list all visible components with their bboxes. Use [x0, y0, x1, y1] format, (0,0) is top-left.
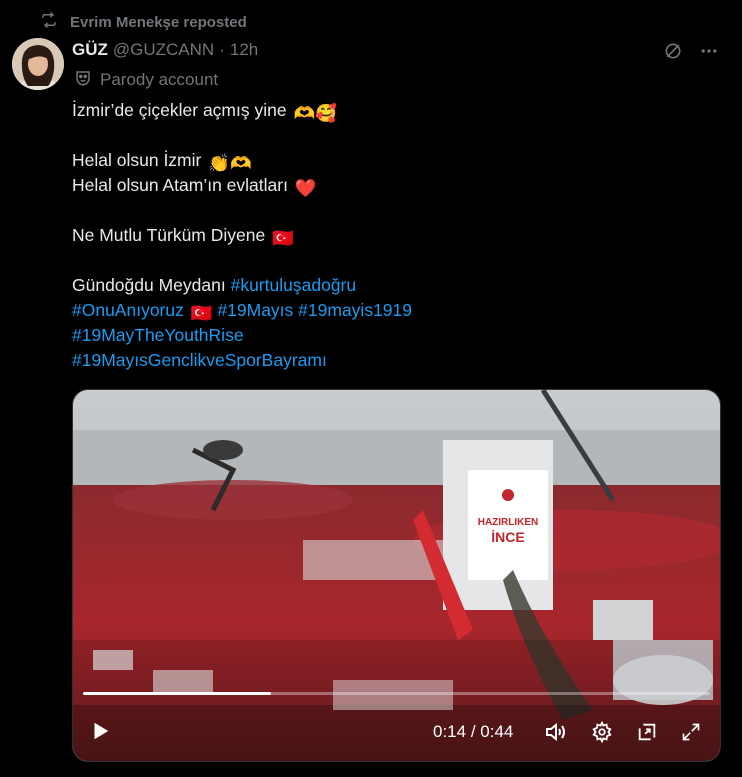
more-icon[interactable] — [698, 40, 720, 62]
author-handle[interactable]: @GUZCANN — [113, 40, 214, 60]
red-heart-emoji: ❤️ — [294, 178, 317, 198]
author-row: GÜZ @GUZCANN · 12h — [72, 38, 258, 62]
text-line-1: İzmir’de çiçekler açmış yine — [72, 100, 287, 120]
repost-icon — [40, 11, 58, 33]
hashtag-kurtulusadogru[interactable]: #kurtuluşadoğru — [231, 275, 357, 295]
video-progress-fill — [83, 692, 272, 695]
fullscreen-icon[interactable] — [677, 718, 705, 746]
video-time-separator: / — [470, 722, 476, 741]
video-time: 0:14 / 0:44 — [433, 722, 513, 742]
repost-header[interactable]: Evrim Menekşe reposted — [40, 11, 247, 33]
author-name[interactable]: GÜZ — [72, 40, 108, 60]
separator-dot: · — [219, 40, 225, 59]
repost-label[interactable]: Evrim Menekşe reposted — [70, 14, 247, 31]
sign-text-1: HAZIRLIKEN — [478, 517, 539, 528]
parody-label: Parody account — [74, 69, 218, 91]
post-time[interactable]: 12h — [230, 40, 258, 60]
post-actions — [662, 40, 720, 62]
hashtag-19mayis1919[interactable]: #19mayis1919 — [298, 300, 412, 320]
play-icon[interactable] — [87, 718, 113, 744]
hashtag-19maytheyouthrise[interactable]: #19MayTheYouthRise — [72, 325, 244, 345]
post-text: İzmir’de çiçekler açmış yine 🫶🥰 Helal ol… — [72, 98, 712, 373]
pip-icon[interactable] — [633, 718, 661, 746]
video-current-time: 0:14 — [433, 722, 467, 741]
text-line-3: Helal olsun Atam’ın evlatları — [72, 175, 288, 195]
video-player[interactable]: HAZIRLIKEN İNCE 0:14 / 0:44 — [72, 389, 721, 762]
text-line-5: Gündoğdu Meydanı — [72, 275, 231, 295]
hashtag-19mayis[interactable]: #19Mayıs — [217, 300, 293, 320]
text-line-2: Helal olsun İzmir — [72, 150, 202, 170]
grok-icon[interactable] — [662, 40, 684, 62]
heart-hands-emoji: 🫶🥰 — [293, 103, 338, 123]
parody-mask-icon — [74, 69, 92, 92]
sign-text-2: İNCE — [491, 529, 524, 545]
parody-text: Parody account — [100, 70, 219, 89]
avatar[interactable] — [12, 38, 64, 90]
video-duration: 0:44 — [480, 722, 514, 741]
video-progress-bar[interactable] — [83, 692, 710, 695]
turkey-flag-emoji: 🇹🇷 — [272, 228, 294, 248]
video-frame: HAZIRLIKEN İNCE — [73, 390, 720, 761]
text-line-4: Ne Mutlu Türküm Diyene — [72, 225, 266, 245]
hashtag-onuaniyoruz[interactable]: #OnuAnıyoruz — [72, 300, 184, 320]
hashtag-19mayisgenclik[interactable]: #19MayısGenclikveSporBayramı — [72, 350, 327, 370]
volume-icon[interactable] — [542, 718, 570, 746]
settings-icon[interactable] — [588, 718, 616, 746]
